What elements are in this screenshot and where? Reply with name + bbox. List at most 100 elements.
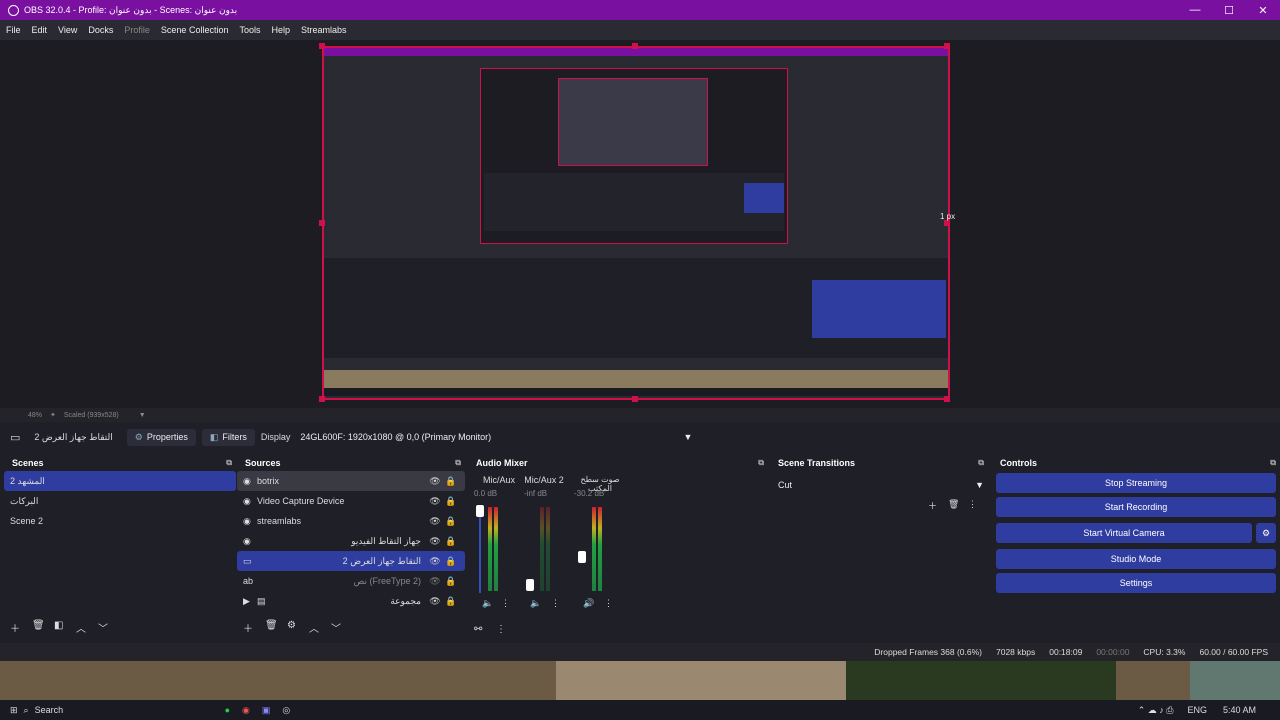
menu-profile[interactable]: Profile [124, 25, 150, 35]
virtual-camera-settings-button[interactable]: ⚙ [1256, 523, 1276, 543]
display-select[interactable]: 24GL600F: 1920x1080 @ 0,0 (Primary Monit… [300, 432, 692, 442]
menu-view[interactable]: View [58, 25, 77, 35]
trash-icon[interactable]: 🗑 [32, 620, 54, 635]
eye-icon[interactable]: 👁 [427, 496, 443, 507]
volume-slider[interactable] [476, 505, 484, 517]
eye-icon[interactable]: 👁 [427, 476, 443, 487]
scenes-dock: Scenes ⧉ المشهد 2 البركات Scene 2 ＋ 🗑 ◧ ︿… [4, 455, 236, 643]
chrome-icon[interactable]: ◉ [242, 705, 250, 716]
link-icon[interactable]: ⚯ [474, 624, 496, 635]
close-icon[interactable]: ✕ [1246, 4, 1280, 17]
lock-icon[interactable]: 🔒 [443, 496, 459, 507]
clock[interactable]: 5:40 AM [1223, 705, 1256, 715]
search-icon[interactable]: ⌕ [24, 705, 29, 716]
menu-docks[interactable]: Docks [88, 25, 113, 35]
windows-icon[interactable]: ⊞ [10, 705, 18, 716]
folder-icon: ▤ [257, 595, 266, 606]
monitor-icon: ▭ [10, 431, 21, 444]
start-virtual-camera-button[interactable]: Start Virtual Camera [996, 523, 1252, 543]
eye-icon[interactable]: 👁 [427, 596, 443, 607]
speaker-icon[interactable]: 🔊 [583, 598, 594, 609]
source-item[interactable]: ◉ streamlabs 👁 🔒 [237, 511, 465, 531]
window-title: OBS 32.0.4 - Profile: بدون عنوان - Scene… [24, 4, 238, 15]
menu-help[interactable]: Help [271, 25, 290, 35]
tray-icons[interactable]: ⌃ ☁ ♪ ⎙ [1138, 705, 1174, 716]
filters-button[interactable]: ◧ Filters [201, 428, 255, 446]
undock-icon[interactable]: ⧉ [455, 458, 461, 468]
trash-icon[interactable]: 🗑 [265, 620, 287, 635]
volume-meter [488, 507, 492, 591]
add-icon[interactable]: ＋ [243, 620, 265, 635]
down-icon[interactable]: ﹀ [98, 620, 120, 635]
kebab-icon[interactable]: ⋮ [604, 598, 613, 609]
settings-button[interactable]: Settings [996, 573, 1276, 593]
eye-icon[interactable]: 👁 [427, 556, 443, 567]
eye-hidden-icon[interactable]: 👁 [427, 576, 443, 587]
menu-file[interactable]: File [6, 25, 21, 35]
source-item[interactable]: ▭ التقاط جهاز العرض 2 👁 🔒 [237, 551, 465, 571]
source-item[interactable]: ◉ جهاز التقاط الفيديو 👁 🔒 [237, 531, 465, 551]
add-icon[interactable]: ＋ [928, 499, 948, 512]
down-icon[interactable]: ﹀ [331, 620, 353, 635]
undock-icon[interactable]: ⧉ [978, 458, 984, 468]
minimize-icon[interactable]: — [1178, 4, 1212, 17]
scene-item[interactable]: البركات [4, 491, 236, 511]
muted-speaker-icon[interactable]: 🔈 [482, 598, 493, 609]
volume-meter [598, 507, 602, 591]
undock-icon[interactable]: ⧉ [226, 458, 232, 468]
zoom-level[interactable]: 48% [28, 412, 42, 419]
transition-select[interactable]: Cut ▼ [778, 477, 984, 493]
lock-icon[interactable]: 🔒 [443, 536, 459, 547]
menu-edit[interactable]: Edit [32, 25, 48, 35]
eye-icon[interactable]: 👁 [427, 516, 443, 527]
eye-icon[interactable]: 👁 [427, 536, 443, 547]
gear-icon[interactable]: ⚙ [287, 620, 309, 635]
source-group-item[interactable]: ▶ ▤ مجموعة 👁 🔒 [237, 591, 465, 611]
source-item[interactable]: ◉ Video Capture Device 👁 🔒 [237, 491, 465, 511]
chevron-down-icon[interactable]: ▼ [139, 412, 146, 419]
kebab-icon[interactable]: ⋮ [501, 598, 510, 609]
text-icon: ab [243, 576, 254, 586]
obs-taskbar-icon[interactable]: ◎ [282, 705, 290, 716]
menu-scene-collection[interactable]: Scene Collection [161, 25, 229, 35]
preview-canvas[interactable] [322, 46, 950, 400]
volume-slider[interactable] [578, 551, 586, 563]
properties-button[interactable]: ⚙ Properties [126, 428, 196, 446]
lock-icon[interactable]: 🔒 [443, 516, 459, 527]
menu-streamlabs[interactable]: Streamlabs [301, 25, 347, 35]
trash-icon[interactable]: 🗑 [948, 499, 968, 512]
kebab-icon[interactable]: ⋮ [551, 598, 560, 609]
muted-speaker-icon[interactable]: 🔈 [530, 598, 541, 609]
undock-icon[interactable]: ⧉ [758, 458, 764, 468]
spotify-icon[interactable]: ● [225, 705, 230, 715]
filter-icon[interactable]: ◧ [54, 620, 76, 635]
up-icon[interactable]: ︿ [309, 620, 331, 635]
add-icon[interactable]: ＋ [10, 620, 32, 635]
lock-icon[interactable]: 🔒 [443, 576, 459, 587]
scene-item[interactable]: Scene 2 [4, 511, 236, 531]
menu-tools[interactable]: Tools [239, 25, 260, 35]
lock-icon[interactable]: 🔒 [443, 596, 459, 607]
kebab-icon[interactable]: ⋮ [496, 624, 518, 635]
source-item[interactable]: ab نص (FreeType 2) 👁 🔒 [237, 571, 465, 591]
scene-item[interactable]: المشهد 2 [4, 471, 236, 491]
volume-slider[interactable] [526, 579, 534, 591]
source-label: نص (FreeType 2) [353, 575, 421, 586]
camera-icon: ◉ [243, 535, 251, 546]
start-recording-button[interactable]: Start Recording [996, 497, 1276, 517]
undock-icon[interactable]: ⧉ [1270, 458, 1276, 468]
kebab-icon[interactable]: ⋮ [968, 499, 982, 512]
maximize-icon[interactable]: ☐ [1212, 4, 1246, 17]
source-item[interactable]: ◉ botrix 👁 🔒 [237, 471, 465, 491]
desktop-background [0, 661, 1280, 700]
language-indicator[interactable]: ENG [1187, 705, 1207, 715]
lock-icon[interactable]: 🔒 [443, 556, 459, 567]
app-icon[interactable]: ▣ [262, 705, 271, 716]
channel-level: -30.2 dB [574, 489, 605, 498]
stop-streaming-button[interactable]: Stop Streaming [996, 473, 1276, 493]
lock-icon[interactable]: 🔒 [443, 476, 459, 487]
up-icon[interactable]: ︿ [76, 620, 98, 635]
expand-icon[interactable]: ▶ [243, 596, 257, 607]
taskbar-search[interactable]: Search [35, 705, 165, 715]
studio-mode-button[interactable]: Studio Mode [996, 549, 1276, 569]
